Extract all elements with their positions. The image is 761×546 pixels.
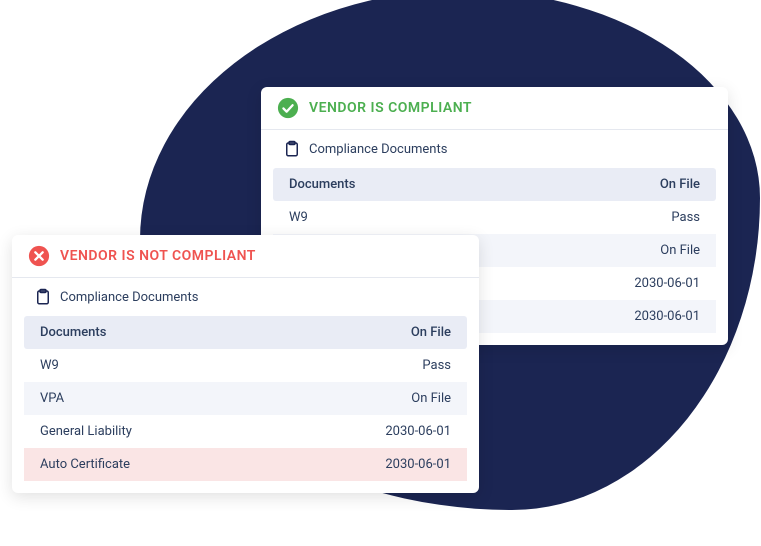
table-header-row: Documents On File (273, 168, 716, 201)
row-label: W9 (40, 358, 59, 373)
table-row: W9 Pass (24, 349, 467, 382)
row-value: 2030-06-01 (385, 424, 451, 439)
table-row: General Liability 2030-06-01 (24, 415, 467, 448)
status-text: VENDOR IS NOT COMPLIANT (60, 248, 256, 264)
row-value: 2030-06-01 (385, 457, 451, 472)
status-bar-compliant: VENDOR IS COMPLIANT (261, 87, 728, 130)
row-value: 2030-06-01 (634, 309, 700, 324)
rows-container: Documents On File W9 Pass VPA On File Ge… (12, 316, 479, 493)
row-label: Auto Certificate (40, 457, 130, 472)
row-label: VPA (40, 391, 64, 406)
section-header: Compliance Documents (12, 278, 479, 316)
noncompliant-card: VENDOR IS NOT COMPLIANT Compliance Docum… (12, 235, 479, 493)
clipboard-icon (34, 288, 52, 306)
row-label: General Liability (40, 424, 132, 439)
header-value: On File (411, 325, 451, 340)
header-label: Documents (289, 177, 355, 192)
row-value: On File (411, 391, 451, 406)
status-text: VENDOR IS COMPLIANT (309, 100, 472, 116)
row-value: 2030-06-01 (634, 276, 700, 291)
row-value: On File (660, 243, 700, 258)
header-value: On File (660, 177, 700, 192)
check-circle-icon (277, 97, 299, 119)
section-header: Compliance Documents (261, 130, 728, 168)
table-row-highlighted: Auto Certificate 2030-06-01 (24, 448, 467, 481)
table-row: VPA On File (24, 382, 467, 415)
clipboard-icon (283, 140, 301, 158)
row-value: Pass (671, 210, 700, 225)
table-row: W9 Pass (273, 201, 716, 234)
row-value: Pass (422, 358, 451, 373)
row-label: W9 (289, 210, 308, 225)
x-circle-icon (28, 245, 50, 267)
section-title: Compliance Documents (309, 142, 447, 157)
table-header-row: Documents On File (24, 316, 467, 349)
header-label: Documents (40, 325, 106, 340)
status-bar-noncompliant: VENDOR IS NOT COMPLIANT (12, 235, 479, 278)
section-title: Compliance Documents (60, 290, 198, 305)
